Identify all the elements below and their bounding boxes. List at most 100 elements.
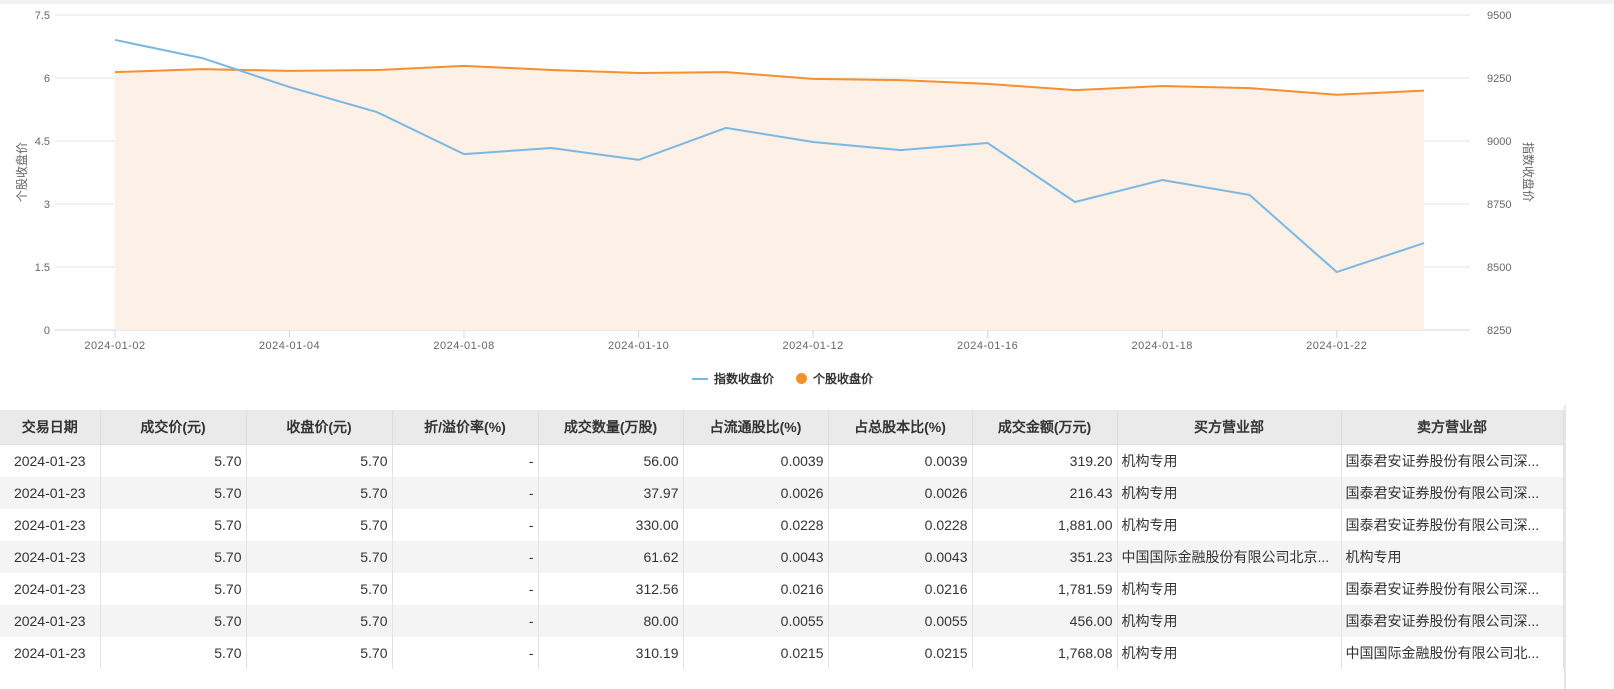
table-cell: 330.00 (538, 509, 684, 541)
table-row: 2024-01-23 5.70 5.70-330.00 0.0228 0.0228 1,8… (0, 509, 1564, 541)
stock-area (115, 65, 1424, 330)
table-cell: - (392, 605, 539, 637)
legend-label: 个股收盘价 (813, 372, 874, 386)
table-cell: 216.43 (972, 477, 1118, 509)
x-tick-label: 2024-01-02 (84, 340, 145, 352)
table-cell: 5.70 (246, 477, 393, 509)
table-cell: 61.62 (538, 541, 684, 573)
table-cell: 0.0215 (683, 637, 829, 669)
table-cell: 2024-01-23 (0, 444, 101, 477)
table-cell: 5.70 (246, 605, 393, 637)
table-row: 2024-01-23 5.70 5.70-80.00 0.0055 0.0055 456.… (0, 605, 1564, 637)
table-cell: 机构专用 (1117, 573, 1342, 605)
table-cell: 2024-01-23 (0, 477, 101, 509)
table-cell: 机构专用 (1117, 477, 1342, 509)
y-tick-label: 1.5 (35, 262, 50, 274)
table-cell: 37.97 (538, 477, 684, 509)
table-cell: 0.0043 (683, 541, 829, 573)
x-tick-label: 2024-01-10 (608, 340, 669, 352)
y2-tick-label: 8750 (1487, 199, 1511, 211)
chart-legend: 指数收盘价 个股收盘价 (0, 370, 1565, 387)
table-cell: 国泰君安证券股份有限公司深... (1341, 509, 1564, 541)
table-cell: 5.70 (100, 477, 247, 509)
legend-label: 指数收盘价 (713, 372, 774, 386)
block-trade-table: 交易日期 成交价(元) 收盘价(元) 折/溢价率(%) 成交数量(万股) 占流通股比(%)… (0, 410, 1564, 669)
table-cell: 国泰君安证券股份有限公司深... (1341, 573, 1564, 605)
table-cell: 2024-01-23 (0, 541, 101, 573)
table-row: 2024-01-23 5.70 5.70-37.97 0.0026 0.0026 216.… (0, 477, 1564, 509)
table-cell: 5.70 (246, 541, 393, 573)
table-cell: - (392, 541, 539, 573)
table-cell: 0.0043 (828, 541, 973, 573)
table-cell: 机构专用 (1341, 541, 1564, 573)
table-cell: 5.70 (100, 444, 247, 477)
table-cell: 中国国际金融股份有限公司北... (1341, 637, 1564, 669)
x-tick-label: 2024-01-16 (957, 340, 1018, 352)
table-cell: - (392, 509, 539, 541)
column-header[interactable]: 交易日期 (0, 410, 101, 445)
y2-axis-label: 指数收盘价 (1521, 142, 1536, 202)
table-cell: 5.70 (246, 444, 393, 477)
table-cell: 351.23 (972, 541, 1118, 573)
table-cell: 0.0055 (683, 605, 829, 637)
table-cell: 1,781.59 (972, 573, 1118, 605)
table-cell: 2024-01-23 (0, 573, 101, 605)
table-cell: 机构专用 (1117, 509, 1342, 541)
x-tick-label: 2024-01-12 (782, 340, 843, 352)
legend-item-index[interactable]: 指数收盘价 (691, 370, 774, 387)
table-cell: 319.20 (972, 444, 1118, 477)
table-cell: 机构专用 (1117, 444, 1342, 477)
scrollbar[interactable] (1564, 405, 1566, 689)
column-header[interactable]: 成交数量(万股) (538, 410, 684, 445)
x-tick-label: 2024-01-08 (433, 340, 494, 352)
table-cell: - (392, 477, 539, 509)
column-header[interactable]: 占总股本比(%) (828, 410, 973, 445)
table-row: 2024-01-23 5.70 5.70-310.19 0.0215 0.0215 1,7… (0, 637, 1564, 669)
table-cell: 0.0026 (828, 477, 973, 509)
table-cell: 56.00 (538, 444, 684, 477)
table-cell: 0.0039 (828, 444, 973, 477)
table-cell: 5.70 (100, 637, 247, 669)
table-cell: - (392, 573, 539, 605)
y-axis-label: 个股收盘价 (14, 142, 29, 202)
table-cell: 312.56 (538, 573, 684, 605)
table-cell: 0.0228 (683, 509, 829, 541)
table-cell: 机构专用 (1117, 637, 1342, 669)
table-cell: 0.0215 (828, 637, 973, 669)
table-cell: 0.0216 (828, 573, 973, 605)
y-tick-label: 4.5 (35, 136, 50, 148)
column-header[interactable]: 占流通股比(%) (683, 410, 829, 445)
table-cell: 5.70 (246, 637, 393, 669)
column-header[interactable]: 折/溢价率(%) (392, 410, 539, 445)
column-header[interactable]: 买方营业部 (1117, 410, 1342, 445)
x-tick-label: 2024-01-18 (1132, 340, 1193, 352)
x-tick-label: 2024-01-22 (1306, 340, 1367, 352)
y-tick-label: 0 (44, 325, 50, 337)
table-cell: 5.70 (100, 573, 247, 605)
column-header[interactable]: 收盘价(元) (246, 410, 393, 445)
table-cell: 0.0228 (828, 509, 973, 541)
legend-item-stock[interactable]: 个股收盘价 (796, 370, 873, 387)
column-header[interactable]: 卖方营业部 (1341, 410, 1564, 445)
table-cell: - (392, 637, 539, 669)
table-cell: 80.00 (538, 605, 684, 637)
y2-tick-label: 8250 (1487, 325, 1511, 337)
table-cell: 0.0055 (828, 605, 973, 637)
table-row: 2024-01-23 5.70 5.70-61.62 0.0043 0.0043 351.… (0, 541, 1564, 573)
table-row: 2024-01-23 5.70 5.70-312.56 0.0216 0.0216 1,7… (0, 573, 1564, 605)
column-header[interactable]: 成交价(元) (100, 410, 247, 445)
table-cell: 2024-01-23 (0, 637, 101, 669)
table-cell: 1,768.08 (972, 637, 1118, 669)
price-chart: 0 1.5 3 4.5 6 7.5 8250 8500 8750 9000 9250 9500 2024… (14, 10, 1536, 352)
table-cell: 5.70 (246, 509, 393, 541)
column-header[interactable]: 成交金额(万元) (972, 410, 1118, 445)
table-header: 交易日期 成交价(元) 收盘价(元) 折/溢价率(%) 成交数量(万股) 占流通股比(%)… (0, 410, 1564, 445)
table-cell: 5.70 (100, 541, 247, 573)
table-cell: 5.70 (100, 605, 247, 637)
line-icon (691, 377, 708, 380)
table-cell: 机构专用 (1117, 605, 1342, 637)
table-cell: 456.00 (972, 605, 1118, 637)
y-tick-label: 6 (44, 73, 50, 85)
table-cell: 5.70 (246, 573, 393, 605)
y2-tick-label: 9250 (1487, 73, 1511, 85)
